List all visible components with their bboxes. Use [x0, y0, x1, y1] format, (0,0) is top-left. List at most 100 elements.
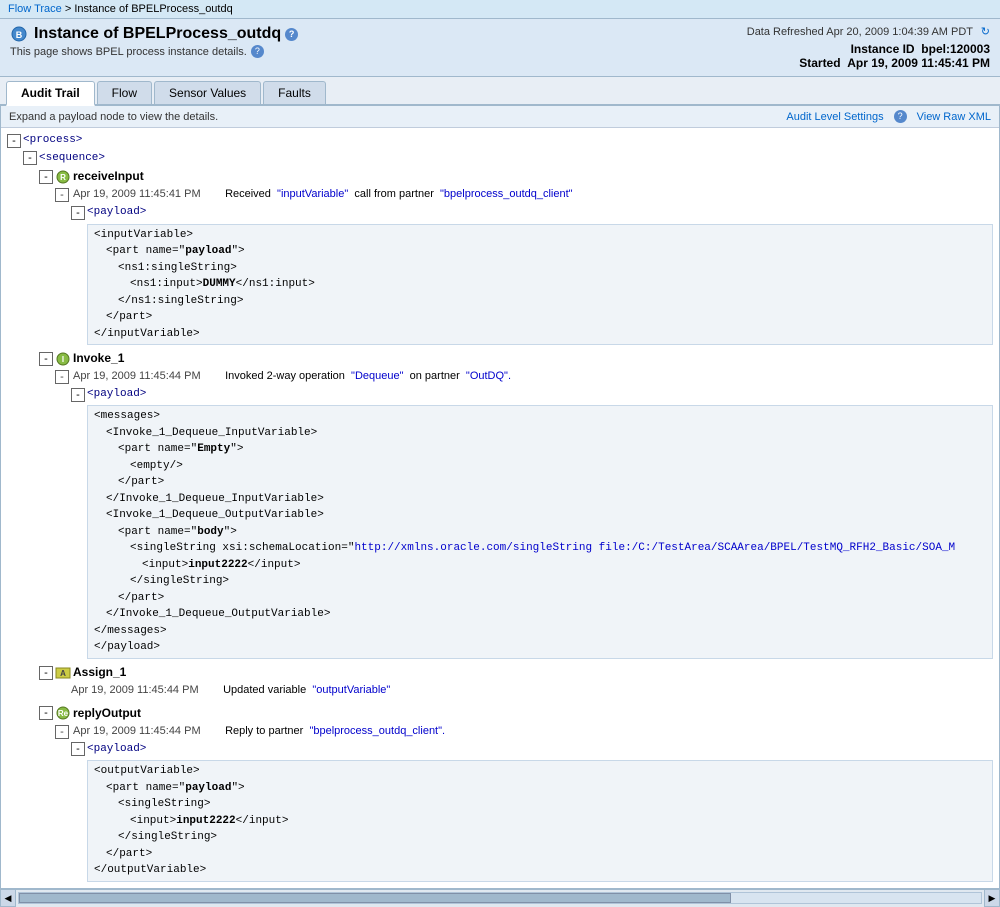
payload-line: <part name="Empty">: [118, 441, 986, 458]
scroll-track[interactable]: [18, 892, 982, 904]
invoke-1-row: - I Invoke_1: [39, 349, 993, 368]
receive-input-row: - R receiveInput: [39, 167, 993, 186]
toolbar-actions: Audit Level Settings ? View Raw XML: [786, 110, 991, 123]
payload-line: <input>input2222</input>: [142, 557, 986, 574]
reply-event-row: - Apr 19, 2009 11:45:44 PM Reply to part…: [55, 723, 993, 741]
receive-timestamp: Apr 19, 2009 11:45:41 PM: [73, 188, 201, 200]
scroll-left-button[interactable]: ◀: [0, 889, 16, 907]
reply-output-expander[interactable]: -: [39, 706, 53, 720]
data-refreshed: Data Refreshed Apr 20, 2009 1:04:39 AM P…: [747, 25, 990, 38]
payload-line: </part>: [118, 474, 986, 491]
tab-flow[interactable]: Flow: [97, 81, 152, 104]
header-left: B Instance of BPELProcess_outdq ? This p…: [10, 25, 298, 58]
tab-faults[interactable]: Faults: [263, 81, 326, 104]
assign-quoted1: "outputVariable": [312, 684, 390, 696]
scroll-thumb[interactable]: [19, 893, 731, 903]
breadcrumb-instance: Instance of BPELProcess_outdq: [74, 3, 232, 15]
invoke-event-expander[interactable]: -: [55, 370, 69, 384]
subtitle: This page shows BPEL process instance de…: [10, 45, 298, 58]
assign-event-row: Apr 19, 2009 11:45:44 PM Updated variabl…: [55, 682, 993, 700]
invoke-quoted2: "OutDQ".: [466, 370, 511, 382]
refresh-icon[interactable]: ↻: [977, 25, 990, 38]
payload-line: <empty/>: [130, 458, 986, 475]
payload-line: </part>: [106, 309, 986, 326]
invoke-icon: I: [55, 352, 71, 366]
payload-line: <Invoke_1_Dequeue_OutputVariable>: [106, 507, 986, 524]
payload-line: </singleString>: [130, 573, 986, 590]
receive-input-expander[interactable]: -: [39, 170, 53, 184]
receive-mid: call from partner: [354, 188, 433, 200]
receive-desc: Received: [225, 188, 271, 200]
bpel-icon: B: [10, 25, 28, 43]
invoke-payload-expander[interactable]: -: [71, 388, 85, 402]
assign-1-expander[interactable]: -: [39, 666, 53, 680]
invoke-timestamp: Apr 19, 2009 11:45:44 PM: [73, 370, 201, 382]
payload-line: <input>input2222</input>: [130, 813, 986, 830]
scroll-right-button[interactable]: ▶: [984, 889, 1000, 907]
reply-event-expander[interactable]: -: [55, 725, 69, 739]
receive-icon: R: [55, 170, 71, 184]
receive-payload-box: <inputVariable> <part name="payload"> <n…: [87, 224, 993, 346]
audit-help-icon[interactable]: ?: [894, 110, 907, 123]
reply-quoted1: "bpelprocess_outdq_client".: [309, 725, 445, 737]
payload-line: <part name="payload">: [106, 780, 986, 797]
expand-hint: Expand a payload node to view the detail…: [9, 111, 218, 123]
tree-content: - <process> - <sequence> - R receiveInpu…: [1, 128, 999, 888]
svg-text:B: B: [16, 30, 23, 40]
payload-line: <ns1:input>DUMMY</ns1:input>: [130, 276, 986, 293]
payload-line: </payload>: [94, 639, 986, 656]
payload-line: <ns1:singleString>: [118, 260, 986, 277]
instance-id-row: Instance ID bpel:120003: [747, 42, 990, 56]
bottom-scrollbar[interactable]: ◀ ▶: [0, 889, 1000, 907]
payload-line: <part name="body">: [118, 524, 986, 541]
sequence-tag: <sequence>: [39, 150, 105, 168]
process-expander[interactable]: -: [7, 134, 21, 148]
subtitle-help-icon[interactable]: ?: [251, 45, 264, 58]
payload-line: </messages>: [94, 623, 986, 640]
receive-quoted2: "bpelprocess_outdq_client": [440, 188, 573, 200]
breadcrumb-flow-trace[interactable]: Flow Trace: [8, 3, 62, 15]
header-right: Data Refreshed Apr 20, 2009 1:04:39 AM P…: [747, 25, 990, 70]
started-row: Started Apr 19, 2009 11:45:41 PM: [747, 56, 990, 70]
receive-event-row: - Apr 19, 2009 11:45:41 PM Received "inp…: [55, 186, 993, 204]
reply-timestamp: Apr 19, 2009 11:45:44 PM: [73, 725, 201, 737]
tab-sensor-values[interactable]: Sensor Values: [154, 81, 261, 104]
receive-payload-tag-row: - <payload>: [71, 204, 993, 222]
process-tag: <process>: [23, 132, 82, 150]
process-node: - <process> - <sequence> - R receiveInpu…: [7, 132, 993, 882]
assign-timestamp: Apr 19, 2009 11:45:44 PM: [71, 684, 199, 696]
receive-payload-expander[interactable]: -: [71, 206, 85, 220]
invoke-1-expander[interactable]: -: [39, 352, 53, 366]
view-raw-xml-link[interactable]: View Raw XML: [917, 111, 991, 123]
tab-audit-trail[interactable]: Audit Trail: [6, 81, 95, 106]
payload-line: <part name="payload">: [106, 243, 986, 260]
payload-line: </outputVariable>: [94, 862, 986, 879]
tabs-bar: Audit Trail Flow Sensor Values Faults: [0, 77, 1000, 106]
payload-line: <outputVariable>: [94, 763, 986, 780]
content-area: Expand a payload node to view the detail…: [0, 106, 1000, 889]
sequence-expander[interactable]: -: [23, 151, 37, 165]
reply-payload-box: <outputVariable> <part name="payload"> <…: [87, 760, 993, 882]
invoke-event-row: - Apr 19, 2009 11:45:44 PM Invoked 2-way…: [55, 368, 993, 386]
invoke-desc: Invoked 2-way operation: [225, 370, 345, 382]
svg-text:A: A: [60, 669, 66, 678]
assign-1-label: Assign_1: [73, 663, 126, 682]
audit-level-settings-link[interactable]: Audit Level Settings: [786, 111, 883, 123]
instance-id-value: bpel:120003: [921, 42, 990, 56]
payload-line: <singleString xsi:schemaLocation="http:/…: [130, 540, 986, 557]
payload-line: </singleString>: [118, 829, 986, 846]
reply-payload-expander[interactable]: -: [71, 742, 85, 756]
receive-input-label: receiveInput: [73, 167, 144, 186]
payload-line: </part>: [118, 590, 986, 607]
payload-line: <Invoke_1_Dequeue_InputVariable>: [106, 425, 986, 442]
payload-line: </part>: [106, 846, 986, 863]
page-title: B Instance of BPELProcess_outdq ?: [10, 25, 298, 43]
assign-icon: A: [55, 666, 71, 680]
toolbar-row: Expand a payload node to view the detail…: [1, 106, 999, 128]
invoke-payload-tag-row: - <payload>: [71, 386, 993, 404]
title-help-icon[interactable]: ?: [285, 28, 298, 41]
reply-output-row: - Re replyOutput: [39, 704, 993, 723]
receive-event-expander[interactable]: -: [55, 188, 69, 202]
started-value: Apr 19, 2009 11:45:41 PM: [847, 56, 990, 70]
header-section: B Instance of BPELProcess_outdq ? This p…: [0, 19, 1000, 77]
